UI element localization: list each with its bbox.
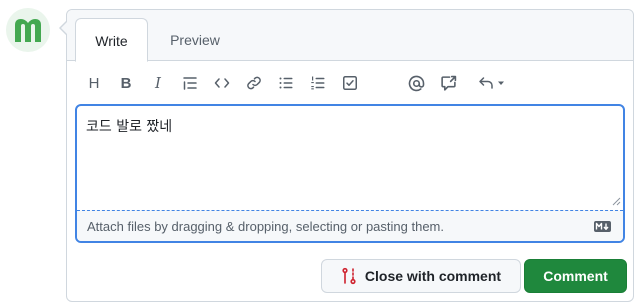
tab-preview[interactable]: Preview — [157, 18, 233, 62]
heading-button[interactable]: H — [81, 70, 107, 96]
markdown-toolbar: H B I — [77, 70, 623, 96]
numbered-list-button[interactable] — [305, 70, 331, 96]
bulleted-list-icon — [279, 77, 293, 89]
reference-icon — [440, 75, 456, 91]
tab-bar: Write Preview — [67, 10, 633, 62]
avatar[interactable] — [6, 8, 50, 52]
reference-button[interactable] — [435, 70, 461, 96]
comment-box: Write Preview H B I 코드 발로 짰네 Attach file… — [66, 9, 634, 302]
quote-icon — [183, 77, 197, 90]
bold-button[interactable]: B — [113, 70, 139, 96]
m-logo-icon — [15, 19, 41, 42]
undo-icon — [478, 77, 493, 89]
tab-write[interactable]: Write — [75, 18, 148, 62]
heading-icon: H — [88, 74, 100, 92]
code-icon — [214, 78, 230, 88]
link-icon — [247, 76, 261, 90]
task-list-button[interactable] — [337, 70, 363, 96]
chevron-down-icon — [497, 81, 504, 85]
italic-icon: I — [155, 74, 161, 92]
comment-editor[interactable]: 코드 발로 짰네 Attach files by dragging & drop… — [75, 104, 625, 243]
comment-button[interactable]: Comment — [524, 259, 627, 293]
code-button[interactable] — [209, 70, 235, 96]
issue-closed-icon — [342, 267, 356, 285]
mention-icon — [408, 75, 424, 91]
close-with-comment-button[interactable]: Close with comment — [321, 259, 521, 293]
mention-button[interactable] — [403, 70, 429, 96]
close-with-comment-label: Close with comment — [364, 268, 502, 284]
bold-icon: B — [120, 74, 132, 92]
bulleted-list-button[interactable] — [273, 70, 299, 96]
task-list-icon — [343, 76, 357, 90]
resize-handle-icon[interactable] — [611, 196, 621, 206]
link-button[interactable] — [241, 70, 267, 96]
markdown-icon[interactable] — [594, 221, 611, 232]
numbered-list-icon — [311, 76, 325, 90]
italic-button[interactable]: I — [145, 70, 171, 96]
undo-menu-button[interactable] — [471, 70, 511, 96]
comment-button-label: Comment — [543, 268, 608, 284]
attach-files-hint: Attach files by dragging & dropping, sel… — [87, 219, 444, 234]
card-pointer-fill — [61, 21, 68, 35]
attach-files-area[interactable]: Attach files by dragging & dropping, sel… — [77, 210, 623, 241]
quote-button[interactable] — [177, 70, 203, 96]
comment-textarea[interactable]: 코드 발로 짰네 — [86, 116, 172, 136]
